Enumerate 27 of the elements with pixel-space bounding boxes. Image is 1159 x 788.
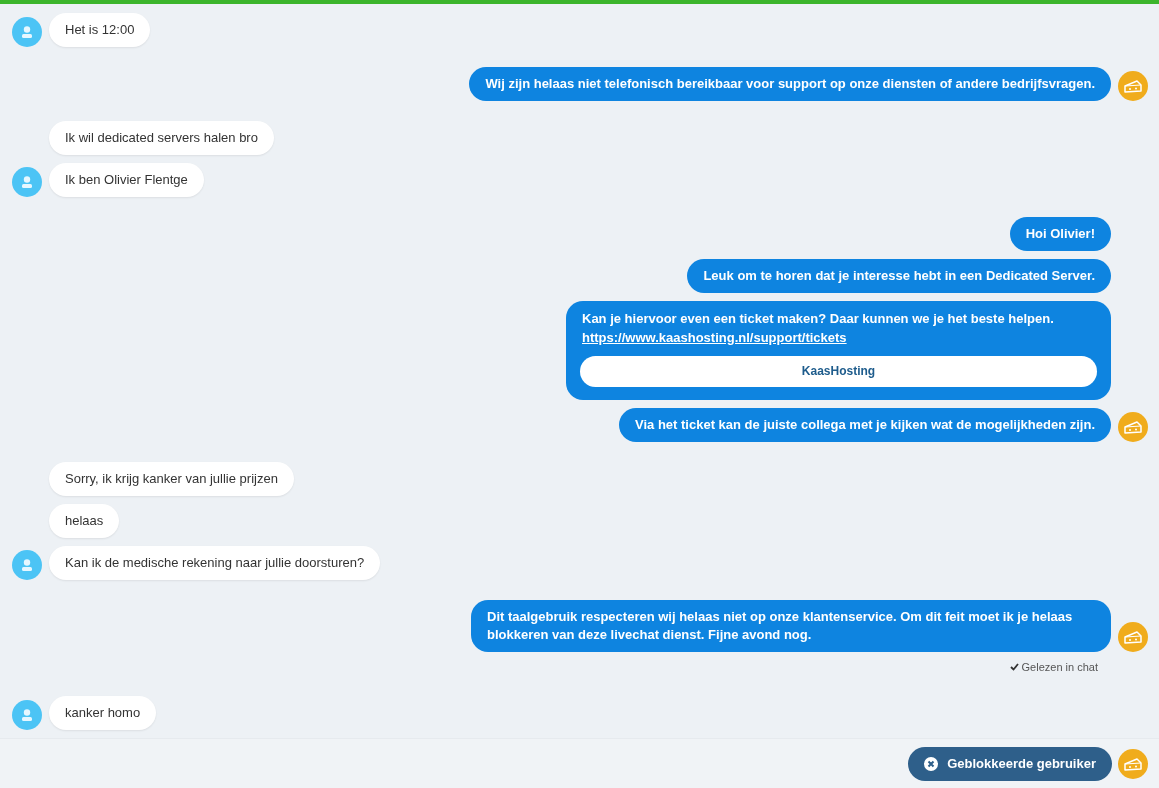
receipt-text: Gelezen in chat [1021, 660, 1098, 675]
message-bubble: Hoi Olivier! [1009, 217, 1111, 251]
cheese-avatar-icon [1118, 412, 1148, 442]
message-bubble: Kan ik de medische rekening naar jullie doorsturen? [49, 546, 381, 580]
message-bubble: Leuk om te horen dat je interesse hebt in een Dedicated Server. [687, 259, 1111, 293]
user-avatar-icon [12, 167, 42, 197]
message-bubble: Dit taalgebruik respecteren wij helaas niet op onze klantenservice. Om dit feit moet ik je helaas blokkeren van deze livechat dienst. Fijne avond nog. [471, 600, 1111, 652]
message-bubble: Wij zijn helaas niet telefonisch bereikbaar voor support op onze diensten of andere bedrijfsvragen. [469, 67, 1111, 101]
message-bubble: Ik wil dedicated servers halen bro [49, 121, 274, 155]
message-text: Kan je hiervoor even een ticket maken? Daar kunnen we je het beste helpen. [581, 310, 1055, 328]
message-bubble: Het is 12:00 [49, 13, 151, 47]
message-bubble: Sorry, ik krijg kanker van jullie prijzen [49, 462, 294, 496]
checkmark-icon [1009, 663, 1019, 672]
message-bubble: kanker homo [49, 695, 157, 730]
cheese-avatar-icon [1118, 748, 1148, 779]
close-circle-icon [924, 756, 939, 771]
message-bubble: helaas [49, 504, 120, 538]
cheese-avatar-icon [1118, 71, 1148, 101]
cheese-avatar-icon [1118, 622, 1148, 652]
ticket-link[interactable]: https://www.kaashosting.nl/support/tickets [580, 328, 849, 347]
link-button[interactable]: KaasHosting [580, 356, 1097, 387]
message-bubble: Ik ben Olivier Flentge [49, 163, 204, 197]
user-avatar-icon [12, 699, 42, 730]
blocked-user-badge: Geblokkeerde gebruiker [908, 746, 1112, 781]
message-bubble: Via het ticket kan de juiste collega met je kijken wat de mogelijkheden zijn. [619, 408, 1111, 442]
user-avatar-icon [12, 17, 42, 47]
user-avatar-icon [12, 550, 42, 580]
